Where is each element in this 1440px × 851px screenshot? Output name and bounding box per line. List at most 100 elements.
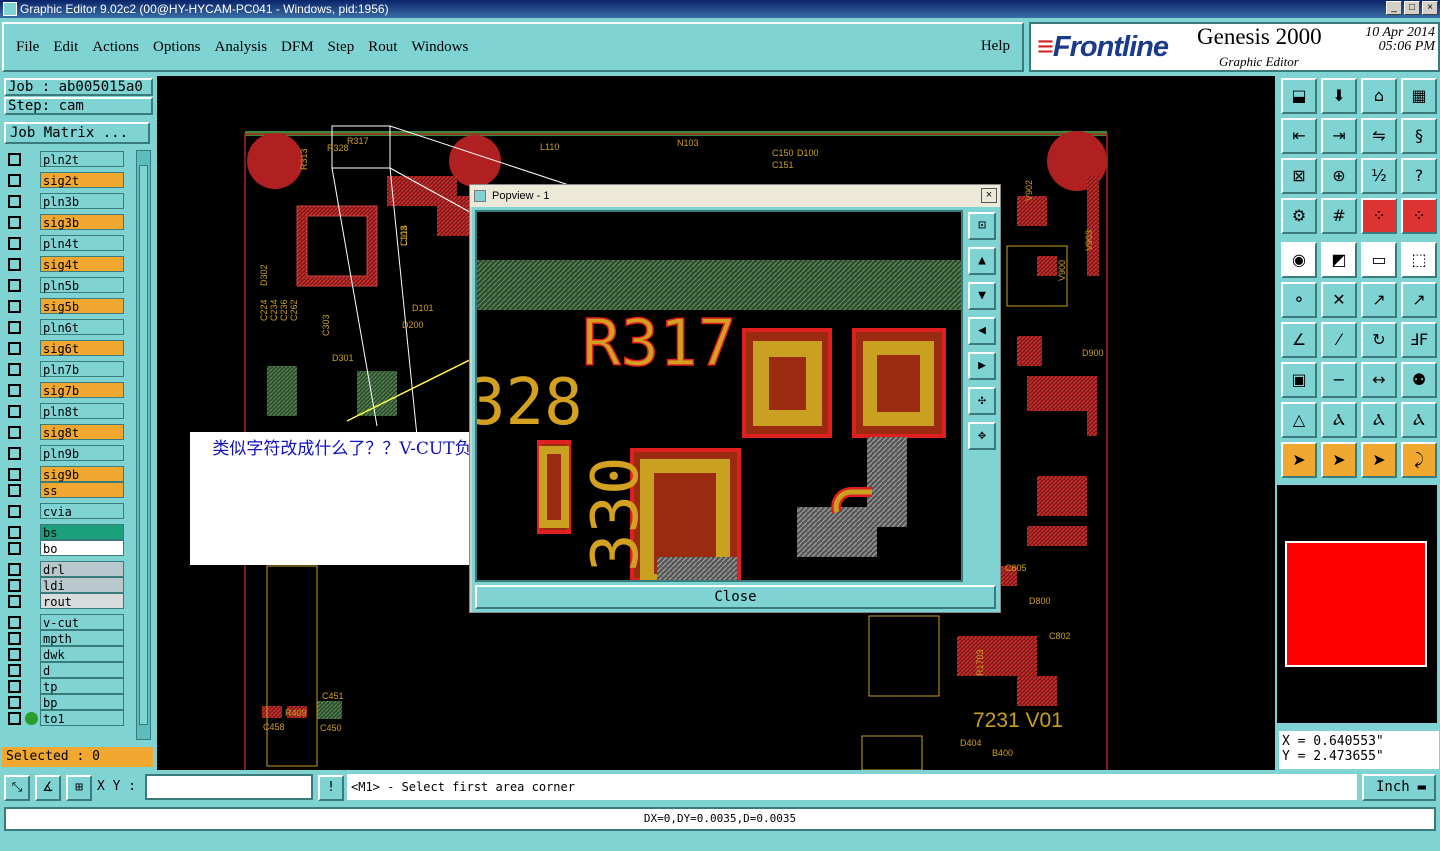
layer-checkbox[interactable] [8,563,21,576]
layer-name[interactable]: sig4t [40,256,124,272]
layer-name[interactable]: sig6t [40,340,124,356]
layer-row[interactable]: sig8t [4,424,128,440]
layer-checkbox[interactable] [8,405,21,418]
layer-checkbox[interactable] [8,237,21,250]
layer-checkbox[interactable] [8,505,21,518]
layer-name[interactable]: pln6t [40,319,124,335]
layer-name[interactable]: drl [40,561,124,577]
unit-select[interactable]: Inch ▬ [1362,774,1436,801]
layer-row[interactable]: dwk [4,646,128,662]
layer-name[interactable]: pln4t [40,235,124,251]
layer-checkbox[interactable] [8,579,21,592]
cursor-icon[interactable]: ➤ [1281,442,1317,478]
connect-icon[interactable]: ⚬ [1281,282,1317,318]
screen-split-icon[interactable]: ▦ [1401,78,1437,114]
layer-row[interactable]: sig9b [4,466,128,482]
layer-checkbox[interactable] [8,174,21,187]
layer-name[interactable]: pln3b [40,193,124,209]
layer-row[interactable]: cvia [4,503,128,519]
popview-close-button[interactable]: Close [475,585,996,609]
layer-row[interactable]: pln5b [4,277,128,293]
layer-row[interactable]: sig4t [4,256,128,272]
layer-name[interactable]: sig3b [40,214,124,230]
popview-canvas[interactable]: R317 328 330 [475,210,963,582]
screen-down-icon[interactable]: ⬇ [1321,78,1357,114]
layer-checkbox[interactable] [8,632,21,645]
pan-down-icon[interactable]: ▼ [968,282,996,310]
measure-icon[interactable]: ⚙ [1281,198,1317,234]
layer-name[interactable]: cvia [40,503,124,519]
popview-close-icon[interactable]: × [981,188,997,203]
zoom-area-icon[interactable]: ⤡ [4,775,30,801]
scale-1-2-icon[interactable]: ½ [1361,158,1397,194]
pan-up-icon[interactable]: ▲ [968,247,996,275]
layer-name[interactable]: pln9b [40,445,124,461]
snap-off-icon[interactable]: ⁘ [1401,198,1437,234]
layer-row[interactable]: sig2t [4,172,128,188]
layer-row[interactable]: sig5b [4,298,128,314]
color-pick-icon[interactable]: ◩ [1321,242,1357,278]
layer-checkbox[interactable] [8,384,21,397]
menu-file[interactable]: File [16,39,39,56]
menu-edit[interactable]: Edit [53,39,78,56]
a-shape-3-icon[interactable]: Ⲁ [1401,402,1437,438]
dotted-box-icon[interactable]: ⬚ [1401,242,1437,278]
grid-icon[interactable]: # [1321,198,1357,234]
screen-right-icon[interactable]: ⇥ [1321,118,1357,154]
layer-checkbox[interactable] [8,616,21,629]
cursor-box-2-icon[interactable]: ➤ [1361,442,1397,478]
layer-checkbox[interactable] [8,153,21,166]
cluster-icon[interactable]: ⚉ [1401,362,1437,398]
layer-name[interactable]: ss [40,482,124,498]
layer-row[interactable]: bo [4,540,128,556]
menu-actions[interactable]: Actions [92,39,139,56]
layer-row[interactable]: bs [4,524,128,540]
job-matrix-button[interactable]: Job Matrix ... [4,122,150,144]
layer-checkbox[interactable] [8,195,21,208]
grid-snap-icon[interactable]: ⊞ [66,775,92,801]
layer-row[interactable]: sig6t [4,340,128,356]
layer-row[interactable]: tp [4,678,128,694]
layer-row[interactable]: pln9b [4,445,128,461]
layer-name[interactable]: rout [40,593,124,609]
slash-icon[interactable]: ⁄ [1321,322,1357,358]
layer-name[interactable]: ldi [40,577,124,593]
scroll-thumb[interactable] [139,165,148,725]
route-icon[interactable]: ⤸ [1401,442,1437,478]
a-shape-icon[interactable]: Ⲁ [1321,402,1357,438]
layer-row[interactable]: mpth [4,630,128,646]
menu-analysis[interactable]: Analysis [215,39,268,56]
layer-row[interactable]: pln8t [4,403,128,419]
menu-windows[interactable]: Windows [411,39,468,56]
layer-checkbox[interactable] [8,664,21,677]
screen-original-icon[interactable]: ⬓ [1281,78,1317,114]
rotate-icon[interactable]: ↻ [1361,322,1397,358]
layer-checkbox[interactable] [8,468,21,481]
layer-row[interactable]: ss [4,482,128,498]
cursor-box-icon[interactable]: ➤ [1321,442,1357,478]
layer-checkbox[interactable] [8,321,21,334]
layer-row[interactable]: pln3b [4,193,128,209]
help-icon[interactable]: ? [1401,158,1437,194]
select-arrow-icon[interactable]: ◉ [1281,242,1317,278]
dimension-icon[interactable]: ↔ [1361,362,1397,398]
alert-icon[interactable]: ! [318,775,344,801]
layer-name[interactable]: bo [40,540,124,556]
cross-icon[interactable]: ✕ [1321,282,1357,318]
layer-name[interactable]: pln8t [40,403,124,419]
layer-name[interactable]: pln5b [40,277,124,293]
layer-checkbox[interactable] [8,426,21,439]
layer-row[interactable]: bp [4,694,128,710]
layer-row[interactable]: pln2t [4,151,128,167]
dash-icon[interactable]: − [1321,362,1357,398]
layer-row[interactable]: pln6t [4,319,128,335]
layer-name[interactable]: sig7b [40,382,124,398]
overview-map[interactable] [1277,485,1437,723]
layer-name[interactable]: v-cut [40,614,124,630]
layer-checkbox[interactable] [8,279,21,292]
layer-checkbox[interactable] [8,595,21,608]
layer-row[interactable]: pln4t [4,235,128,251]
zoom-fit-icon[interactable]: ⊠ [1281,158,1317,194]
line-point-2-icon[interactable]: ↗ [1401,282,1437,318]
home-icon[interactable]: ⌂ [1361,78,1397,114]
